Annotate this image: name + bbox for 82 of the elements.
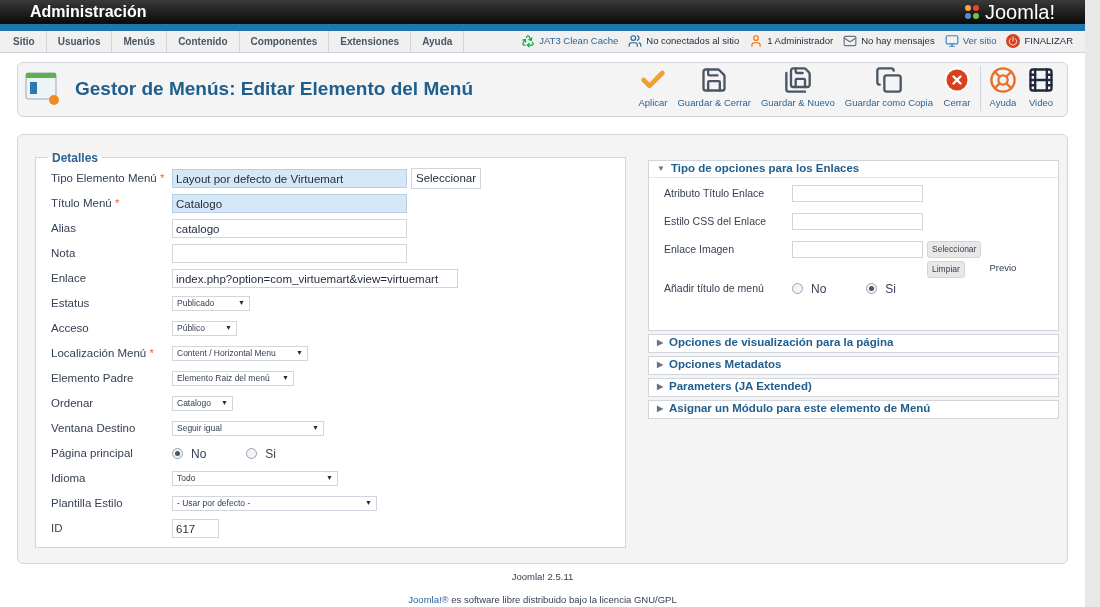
field-label: Ordenar xyxy=(51,395,95,411)
field-label: ID xyxy=(51,520,64,536)
status-item[interactable]: Ver sitio xyxy=(962,34,997,49)
toolbar-button[interactable]: Guardar como Copia xyxy=(839,66,938,111)
status-item[interactable]: FINALIZAR xyxy=(1024,34,1073,49)
menu-item[interactable]: Menús xyxy=(112,31,168,52)
text-field[interactable]: Layout por defecto de Virtuemart xyxy=(172,169,407,188)
toolbar-button[interactable]: Guardar & Nuevo xyxy=(755,66,840,111)
field-label: Elemento Padre xyxy=(51,370,135,386)
menu-item[interactable]: Componentes xyxy=(239,31,330,52)
version-text: Joomla! 2.5.11 xyxy=(511,569,574,584)
page-title: Gestor de Menús: Editar Elemento del Menú xyxy=(75,76,473,101)
menu-item[interactable]: Usuarios xyxy=(46,31,113,52)
monitor-icon xyxy=(944,34,959,49)
toolbar-button[interactable]: Aplicar xyxy=(633,66,673,111)
field-label: Plantilla Estilo xyxy=(51,495,124,511)
image-button[interactable]: Limpiar xyxy=(927,260,965,278)
license-text: Joomla!® es software libre distribuido bajo la licencia GNU/GPL xyxy=(408,592,677,607)
field-label: Añadir título de menú xyxy=(664,280,765,296)
joomla-logo-text: Joomla! xyxy=(984,0,1055,25)
film-icon xyxy=(1027,66,1055,95)
save-new-icon xyxy=(783,66,812,95)
user-icon xyxy=(749,34,764,49)
users-icon xyxy=(628,34,643,49)
toolbar-button[interactable]: Cerrar xyxy=(938,66,976,111)
joomla-logo-icon xyxy=(962,3,981,21)
preview-label: Previo xyxy=(989,260,1017,275)
toolbar-button[interactable]: Video xyxy=(1022,66,1060,111)
field-label: Estilo CSS del Enlace xyxy=(664,213,768,229)
select-button[interactable]: Seleccionar xyxy=(411,168,482,189)
field-label: Tipo Elemento Menú * xyxy=(51,170,166,186)
text-field[interactable] xyxy=(792,212,923,230)
mail-icon xyxy=(843,34,858,49)
accordion-header[interactable]: ▶ Parameters (JA Extended) xyxy=(649,378,1058,396)
status-item[interactable]: No conectados al sitio xyxy=(646,34,740,49)
text-field[interactable] xyxy=(792,184,923,202)
image-button[interactable]: Seleccionar xyxy=(927,240,982,258)
accordion-header[interactable]: ▶ Opciones de visualización para la página xyxy=(649,334,1058,352)
details-legend: Detalles xyxy=(48,148,103,167)
text-field[interactable]: catalogo xyxy=(172,219,407,238)
image-field[interactable] xyxy=(792,240,923,258)
copy-icon xyxy=(874,66,903,95)
power-icon xyxy=(1006,34,1021,49)
menu-editor-icon xyxy=(25,72,61,106)
accordion-header[interactable]: ▶ Opciones Metadatos xyxy=(649,356,1058,374)
field-label: Título Menú * xyxy=(51,195,121,211)
menu-item[interactable]: Extensiones xyxy=(329,31,412,52)
accordion-header[interactable]: ▶ Asignar un Módulo para este elemento de Menú xyxy=(649,400,1058,418)
text-field[interactable]: Catalogo xyxy=(172,194,407,213)
field-label: Enlace Imagen xyxy=(664,241,736,257)
field-label: Atributo Título Enlace xyxy=(664,185,766,201)
radio-option[interactable]: Si xyxy=(246,444,276,463)
status-item[interactable]: 1 Administrador xyxy=(767,34,834,49)
field-label: Ventana Destino xyxy=(51,420,137,436)
admin-title: Administración xyxy=(30,2,147,22)
field-label: Enlace xyxy=(51,270,88,286)
id-field[interactable]: 617 xyxy=(172,519,219,538)
close-icon xyxy=(943,66,971,95)
toolbar-button[interactable]: Guardar & Cerrar xyxy=(672,66,756,111)
menu-item[interactable]: Sitio xyxy=(7,31,47,52)
field-label: Alias xyxy=(51,220,77,236)
toolbar-button[interactable]: Ayuda xyxy=(980,66,1022,111)
link-field[interactable]: index.php?option=com_virtuemart&view=virtuemart xyxy=(172,269,458,288)
field-label: Acceso xyxy=(51,320,90,336)
radio-option[interactable]: No xyxy=(792,279,827,298)
recycle-icon xyxy=(521,34,536,49)
field-label: Página principal xyxy=(51,445,134,461)
save-icon xyxy=(700,66,729,95)
text-field[interactable] xyxy=(172,244,407,263)
menu-item[interactable]: Ayuda xyxy=(411,31,465,52)
field-label: Nota xyxy=(51,245,77,261)
lifebuoy-icon xyxy=(989,66,1017,95)
radio-option[interactable]: Si xyxy=(866,279,896,298)
radio-option[interactable]: No xyxy=(172,444,207,463)
field-label: Idioma xyxy=(51,470,87,486)
accordion-header[interactable]: ▼ Tipo de opciones para los Enlaces xyxy=(649,160,1058,178)
field-label: Estatus xyxy=(51,295,91,311)
status-item[interactable]: No hay mensajes xyxy=(861,34,935,49)
field-label: Localización Menú * xyxy=(51,345,155,361)
joomla-link[interactable]: Joomla!® xyxy=(408,593,449,605)
status-item[interactable]: JAT3 Clean Cache xyxy=(539,34,619,49)
menu-item[interactable]: Contenido xyxy=(167,31,240,52)
